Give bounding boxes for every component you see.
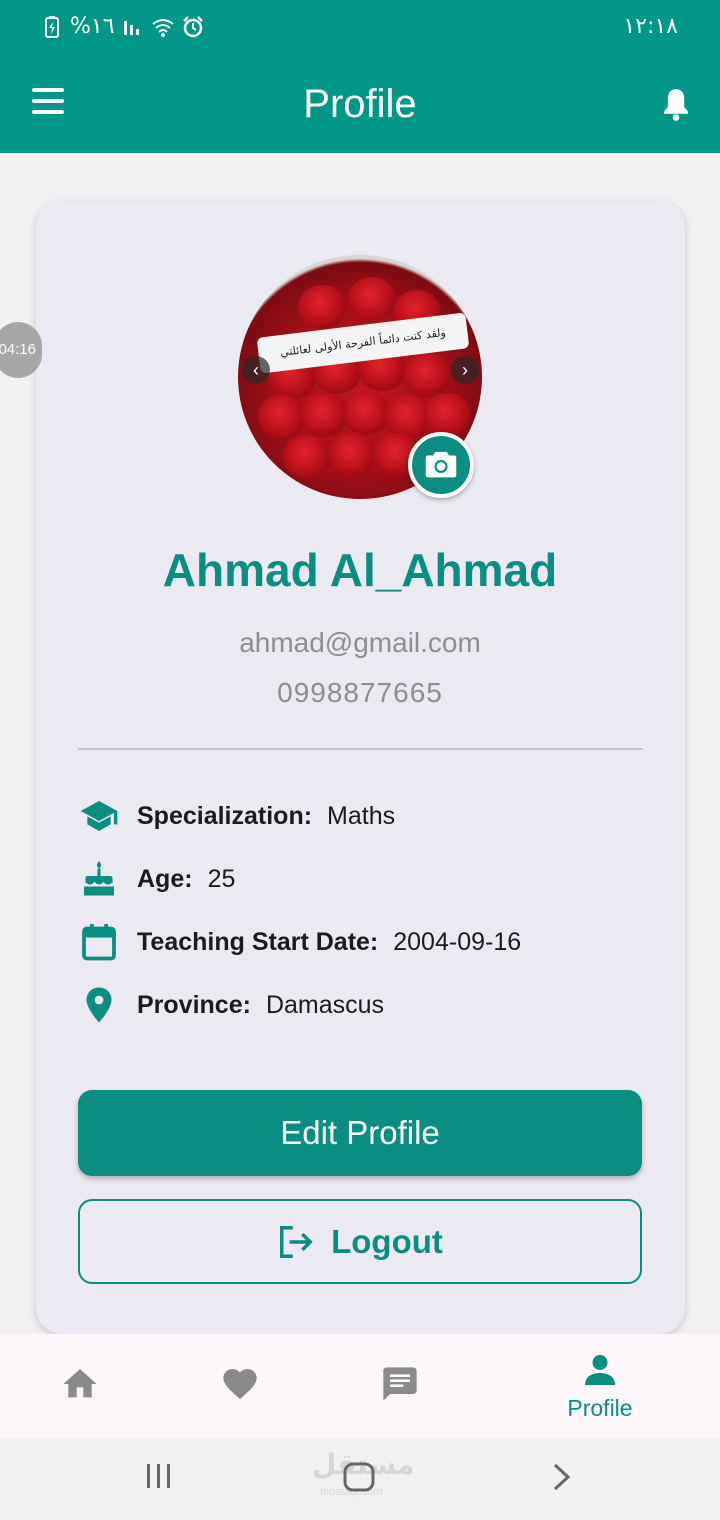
nav-profile-label: Profile [567,1395,633,1421]
screen-record-timer[interactable]: 04:16 [0,322,42,378]
info-value: Maths [327,801,396,830]
nav-home[interactable] [0,1334,170,1438]
location-pin-icon [86,987,112,1023]
info-row-age: Age: 25 [78,859,235,899]
chevron-left-icon[interactable]: ‹ [242,356,270,384]
calendar-icon [82,924,116,961]
info-row-teaching-start: Teaching Start Date: 2004-09-16 [78,922,521,962]
nav-profile[interactable]: Profile [510,1334,690,1438]
info-value: Damascus [265,990,385,1019]
app-bar: %١٦ ١٢:١٨ Profile [0,0,720,153]
home-button-icon[interactable] [342,1462,376,1492]
nav-messages[interactable] [310,1334,490,1438]
nav-favorites[interactable] [150,1334,330,1438]
info-row-specialization: Specialization: Maths [78,796,395,836]
battery-charging-icon [45,15,59,38]
system-nav-bar: مستقل mostaql.com [0,1438,720,1520]
chevron-right-icon[interactable]: › [451,356,479,384]
status-bar: %١٦ ١٢:١٨ [0,0,720,56]
page-title: Profile [303,82,417,126]
info-label: Age: [137,864,193,893]
heart-icon [223,1369,257,1399]
info-value: 2004-09-16 [393,927,522,956]
logout-button[interactable]: Logout [78,1199,642,1284]
profile-email: ahmad@gmail.com [239,627,481,658]
change-photo-button[interactable] [408,432,474,498]
bell-icon[interactable] [658,84,694,124]
battery-level: %١٦ [70,14,115,39]
back-icon[interactable] [550,1462,574,1492]
cake-icon [84,861,114,896]
signal-icon [123,20,139,35]
profile-phone: 0998877665 [277,677,443,708]
edit-profile-button[interactable]: Edit Profile [78,1090,642,1176]
profile-name: Ahmad Al_Ahmad [162,544,558,596]
status-time: ١٢:١٨ [623,14,678,39]
logout-label: Logout [331,1222,443,1260]
logout-icon [280,1225,313,1258]
wifi-icon [151,18,174,37]
graduation-cap-icon [80,801,118,831]
home-icon [63,1369,97,1398]
bottom-nav: Profile [0,1334,720,1438]
chat-icon [383,1367,417,1401]
info-label: Province: [137,990,251,1019]
info-row-province: Province: Damascus [78,985,384,1025]
info-label: Specialization: [137,801,313,830]
recents-icon[interactable] [144,1462,174,1490]
info-value: 25 [207,864,236,893]
alarm-icon [182,15,203,37]
person-icon [585,1355,615,1385]
info-label: Teaching Start Date: [137,927,379,956]
divider [78,748,643,750]
camera-icon [425,451,457,478]
